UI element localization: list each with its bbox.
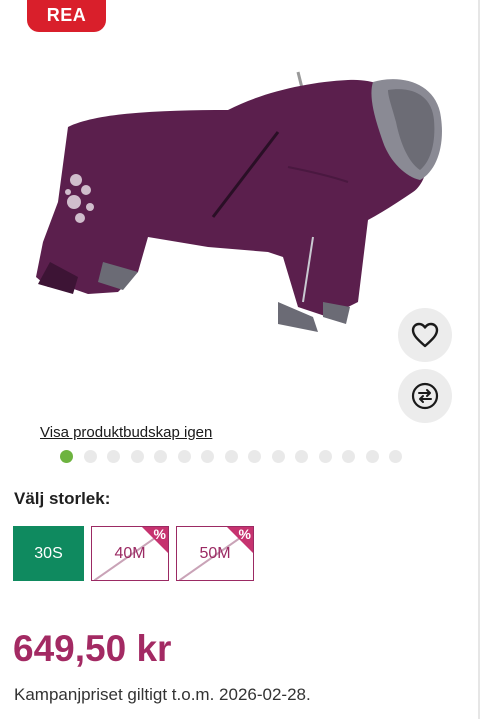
gallery-dot[interactable] bbox=[177, 450, 191, 463]
size-option-label: 50M bbox=[199, 544, 231, 562]
show-product-message-link[interactable]: Visa produktbudskap igen bbox=[40, 424, 212, 441]
heart-icon bbox=[411, 322, 439, 348]
compare-arrows-icon bbox=[411, 382, 439, 410]
compare-button[interactable] bbox=[398, 369, 452, 423]
sale-badge: REA bbox=[27, 0, 106, 32]
gallery-dot[interactable] bbox=[224, 450, 238, 463]
price: 649,50 kr bbox=[13, 628, 172, 669]
gallery-dot[interactable] bbox=[342, 450, 355, 463]
gallery-dot[interactable] bbox=[107, 450, 120, 463]
gallery-dot[interactable] bbox=[248, 450, 261, 463]
gallery-dot[interactable] bbox=[295, 450, 308, 463]
size-option-label: 30S bbox=[34, 544, 63, 562]
gallery-dot[interactable] bbox=[130, 450, 144, 463]
gallery-dot[interactable] bbox=[154, 450, 167, 463]
product-image[interactable] bbox=[28, 62, 448, 347]
size-option-40m[interactable]: % 40M bbox=[91, 526, 169, 581]
size-option-50m[interactable]: % 50M bbox=[176, 526, 254, 581]
gallery-dot[interactable] bbox=[83, 450, 97, 463]
size-option-label: 40M bbox=[114, 544, 146, 562]
gallery-pagination bbox=[60, 450, 402, 463]
size-options: 30S % 40M % 50M bbox=[13, 526, 254, 581]
price-validity-note: Kampanjpriset giltigt t.o.m. 2026-02-28. bbox=[14, 685, 311, 704]
gallery-dot[interactable] bbox=[365, 450, 379, 463]
gallery-dot[interactable] bbox=[318, 450, 332, 463]
discount-percent-icon: % bbox=[238, 526, 251, 542]
discount-percent-icon: % bbox=[153, 526, 166, 542]
gallery-dot[interactable] bbox=[271, 450, 285, 463]
size-option-30s[interactable]: 30S bbox=[13, 526, 84, 581]
wishlist-button[interactable] bbox=[398, 308, 452, 362]
gallery-dot[interactable] bbox=[389, 450, 402, 463]
gallery-dot[interactable] bbox=[201, 450, 214, 463]
size-heading: Välj storlek: bbox=[14, 489, 111, 508]
gallery-dot[interactable] bbox=[60, 450, 73, 463]
